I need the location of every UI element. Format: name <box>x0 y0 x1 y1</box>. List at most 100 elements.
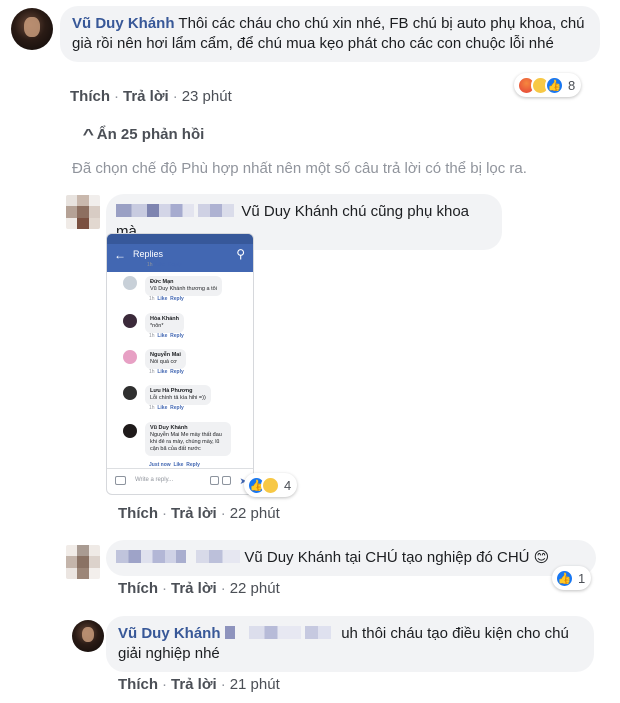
screenshot-comment: Hòa Khánh *nôn* <box>145 313 185 333</box>
reply-time[interactable]: 22 phút <box>230 505 280 522</box>
screenshot-time: 1h <box>149 296 155 302</box>
status-bar <box>107 234 253 244</box>
back-arrow-icon: ← <box>114 248 126 262</box>
comment-time[interactable]: 23 phút <box>182 88 232 105</box>
reply-link[interactable]: Trả lời <box>171 580 217 597</box>
screenshot-author: Đức Mạn <box>150 279 174 285</box>
screenshot-time: 1h <box>147 262 153 268</box>
screenshot-author: Vũ Duy Khánh <box>150 425 188 431</box>
attached-screenshot[interactable]: ← Replies ⚲ 1h Like Reply Đức Mạn Vũ Duy … <box>106 233 254 495</box>
reaction-count: 1 <box>578 570 586 586</box>
action-separator: · <box>162 676 167 693</box>
action-separator: · <box>162 505 167 522</box>
comment-bubble: Vũ Duy Khánh Thôi các cháu cho chú xin n… <box>60 6 600 62</box>
screenshot-time: 1h <box>149 369 155 375</box>
reaction-summary[interactable]: 👍 8 <box>514 73 582 97</box>
reply-text: Vũ Duy Khánh tại CHÚ tạo nghiệp đó CHÚ 😊 <box>244 549 550 566</box>
screenshot-reply: Reply <box>168 262 182 268</box>
action-separator: · <box>162 580 167 597</box>
action-separator: · <box>220 580 226 597</box>
reply-link[interactable]: Trả lời <box>171 505 217 522</box>
screenshot-actions: 1h Like Reply <box>149 333 184 339</box>
screenshot-author: Nguyễn Mai <box>150 352 181 358</box>
screenshot-avatar <box>123 276 137 290</box>
screenshot-title: Replies <box>133 249 164 259</box>
screenshot-like: Like <box>157 296 168 302</box>
reply-actions: Thích · Trả lời · 22 phút <box>118 505 280 522</box>
avatar-pixelated[interactable] <box>66 195 100 229</box>
avatar-pixelated[interactable] <box>66 545 100 579</box>
screenshot-like: Like <box>157 405 168 411</box>
screenshot-placeholder: Write a reply... <box>135 477 174 483</box>
like-reaction-icon: 👍 <box>545 75 564 95</box>
reply-actions: Thích · Trả lời · 22 phút <box>118 580 280 597</box>
screenshot-author: Lưu Hà Phương <box>150 388 193 394</box>
screenshot-time: 1h <box>149 333 155 339</box>
search-icon: ⚲ <box>236 247 245 261</box>
reply-time[interactable]: 21 phút <box>230 676 280 693</box>
reply-author[interactable]: Vũ Duy Khánh <box>118 625 221 642</box>
reaction-count: 8 <box>568 77 576 93</box>
screenshot-actions: 1h Like Reply <box>147 262 182 268</box>
screenshot-text: Vũ Duy Khánh thương a tôi <box>150 286 217 292</box>
screenshot-actions: 1h Like Reply <box>149 369 184 375</box>
comment-actions: Thích · Trả lời · 23 phút <box>70 88 232 105</box>
avatar-vu-duy-khanh[interactable] <box>11 8 53 50</box>
screenshot-comment: Lưu Hà Phương Lỗi chính tả kìa hihi =)) <box>145 385 211 405</box>
avatar-vu-duy-khanh[interactable] <box>72 620 104 652</box>
like-link[interactable]: Thích <box>70 88 110 105</box>
screenshot-author: Hòa Khánh <box>150 316 180 322</box>
action-separator: · <box>114 88 119 105</box>
screenshot-comment: Đức Mạn Vũ Duy Khánh thương a tôi <box>145 276 222 296</box>
like-link[interactable]: Thích <box>118 580 158 597</box>
screenshot-time: 1h <box>149 405 155 411</box>
screenshot-text: Nguyễn Mai Me mày thất đau khi đẻ ra mày… <box>150 432 222 452</box>
redacted-name <box>116 204 194 217</box>
screenshot-actions: 1h Like Reply <box>149 405 184 411</box>
hide-replies-button[interactable]: ^ Ẩn 25 phản hồi <box>82 126 205 143</box>
redacted-name <box>305 626 332 639</box>
screenshot-comment: Nguyễn Mai Nói quá cơ <box>145 349 186 369</box>
chevron-up-icon: ^ <box>82 126 95 143</box>
reply-time[interactable]: 22 phút <box>230 580 280 597</box>
sticker-icon <box>222 476 231 485</box>
redacted-name <box>116 550 186 563</box>
camera-icon <box>115 476 126 485</box>
redacted-name <box>196 550 241 563</box>
screenshot-text: Lỗi chính tả kìa hihi =)) <box>150 395 206 401</box>
reply-bubble: Vũ Duy Khánh uh thôi cháu tạo điều kiện … <box>106 616 594 672</box>
like-reaction-icon: 👍 <box>555 568 574 588</box>
redacted-name <box>198 204 235 217</box>
gif-icon <box>210 476 219 485</box>
screenshot-like: Like <box>157 333 168 339</box>
reply-actions: Thích · Trả lời · 21 phút <box>118 676 280 693</box>
like-link[interactable]: Thích <box>118 676 158 693</box>
screenshot-text: *nôn* <box>150 323 164 329</box>
reply-link[interactable]: Trả lời <box>123 88 169 105</box>
reply-bubble: Vũ Duy Khánh tại CHÚ tạo nghiệp đó CHÚ 😊 <box>106 540 596 576</box>
screenshot-actions: 1h Like Reply <box>149 296 184 302</box>
comment-author[interactable]: Vũ Duy Khánh <box>72 15 175 32</box>
screenshot-like: Like <box>155 262 166 268</box>
like-link[interactable]: Thích <box>118 505 158 522</box>
hide-replies-label: Ẩn 25 phản hồi <box>96 126 205 143</box>
avatar-face <box>24 17 40 37</box>
reaction-summary[interactable]: 👍 1 <box>552 566 592 590</box>
screenshot-reply: Reply <box>170 296 184 302</box>
screenshot-avatar <box>123 350 137 364</box>
redacted-name <box>248 626 301 639</box>
screenshot-like: Like <box>157 369 168 375</box>
haha-reaction-icon <box>261 475 280 495</box>
avatar-face <box>82 627 94 642</box>
reaction-count: 4 <box>284 477 292 493</box>
screenshot-reply: Reply <box>170 369 184 375</box>
reaction-summary[interactable]: 👍 4 <box>244 473 298 497</box>
redacted-name <box>224 626 235 639</box>
screenshot-reply: Reply <box>170 405 184 411</box>
screenshot-reply: Reply <box>170 333 184 339</box>
screenshot-avatar <box>123 314 137 328</box>
reply-link[interactable]: Trả lời <box>171 676 217 693</box>
action-separator: · <box>172 88 178 105</box>
screenshot-comment: Vũ Duy Khánh Nguyễn Mai Me mày thất đau k… <box>145 422 231 456</box>
screenshot-reply-input: Write a reply... ➤ <box>107 468 253 494</box>
